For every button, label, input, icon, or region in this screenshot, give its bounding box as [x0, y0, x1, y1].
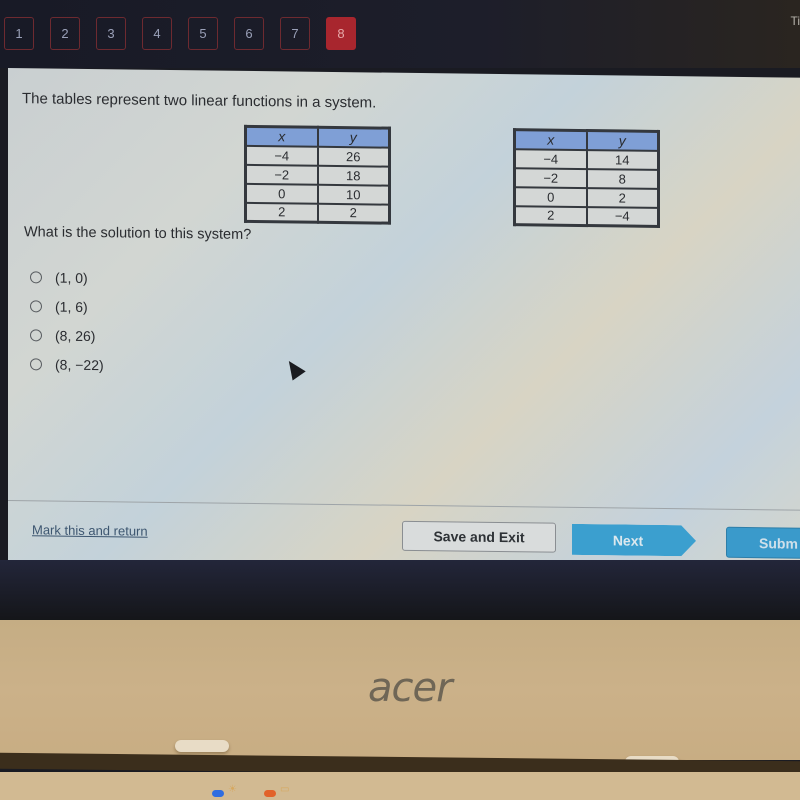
battery-status-icon: ▭	[280, 784, 290, 795]
table-cell-x: −2	[245, 164, 318, 185]
table-cell-x: −4	[245, 145, 318, 166]
question-nav-button-1[interactable]: 1	[4, 17, 34, 50]
question-nav-button-6[interactable]: 6	[234, 17, 264, 50]
answer-option-label: (8, −22)	[55, 356, 104, 373]
function-table-2: x y −4 14 −2 8 0 2 2 −4	[513, 128, 660, 228]
answer-option-label: (1, 0)	[55, 269, 88, 286]
answer-option-label: (8, 26)	[55, 327, 96, 344]
table-row: 0 10	[245, 183, 390, 205]
question-nav-button-5[interactable]: 5	[188, 17, 218, 50]
power-led-icon	[212, 790, 224, 797]
radio-button[interactable]	[30, 328, 42, 341]
table-row: −4 14	[514, 148, 659, 170]
answer-option-a[interactable]: (1, 0)	[30, 262, 104, 292]
table-header-x: x	[245, 126, 318, 147]
timer-label: Ti	[790, 14, 800, 28]
table-cell-x: −4	[514, 148, 587, 169]
top-bar: 1 2 3 4 5 6 7 8 Ti	[0, 0, 800, 68]
table-cell-y: 2	[317, 203, 390, 224]
table-cell-x: 2	[514, 205, 587, 226]
mouse-pointer-icon	[282, 356, 306, 381]
radio-button[interactable]	[30, 299, 42, 312]
table-header-x: x	[514, 129, 587, 150]
answer-option-d[interactable]: (8, −22)	[30, 349, 104, 379]
table-row: −4 26	[245, 145, 390, 167]
question-panel: The tables represent two linear function…	[8, 68, 800, 570]
save-and-exit-button[interactable]: Save and Exit	[402, 520, 556, 553]
table-cell-y: 18	[317, 165, 390, 186]
battery-led-icon	[264, 790, 276, 797]
question-text: What is the solution to this system?	[24, 224, 252, 243]
answer-option-b[interactable]: (1, 6)	[30, 291, 104, 321]
table-row: 2 2	[245, 202, 390, 224]
answer-option-label: (1, 6)	[55, 298, 88, 315]
question-nav-button-2[interactable]: 2	[50, 17, 80, 50]
table-cell-y: 26	[317, 146, 390, 167]
table-row: −2 8	[514, 167, 659, 189]
submit-button[interactable]: Subm	[726, 526, 800, 559]
next-button[interactable]: Next	[572, 524, 696, 557]
monitor-bezel	[0, 560, 800, 622]
table-cell-x: 0	[514, 186, 587, 207]
question-navigator: 1 2 3 4 5 6 7 8	[4, 17, 372, 50]
answer-options: (1, 0) (1, 6) (8, 26) (8, −22)	[30, 262, 104, 379]
table-cell-y: 10	[317, 184, 390, 205]
function-table-1: x y −4 26 −2 18 0 10 2 2	[244, 124, 391, 225]
table-cell-y: 14	[586, 149, 659, 170]
table-header-row: x y	[245, 126, 390, 148]
question-nav-button-4[interactable]: 4	[142, 17, 172, 50]
radio-button[interactable]	[30, 270, 42, 283]
hinge-bumper-left	[175, 740, 229, 752]
table-cell-y: −4	[586, 206, 659, 227]
power-status-icon: ☀	[228, 784, 237, 795]
table-row: 0 2	[514, 186, 659, 208]
question-nav-button-3[interactable]: 3	[96, 17, 126, 50]
table-cell-y: 2	[586, 187, 659, 208]
radio-button[interactable]	[30, 357, 42, 370]
footer-divider	[8, 500, 800, 511]
table-row: −2 18	[245, 164, 390, 186]
question-nav-button-8-current[interactable]: 8	[326, 17, 356, 50]
table-header-y: y	[317, 127, 390, 148]
acer-logo: acer	[368, 665, 453, 711]
table-cell-x: −2	[514, 167, 587, 188]
table-header-y: y	[586, 130, 659, 151]
question-nav-button-7[interactable]: 7	[280, 17, 310, 50]
mark-and-return-link[interactable]: Mark this and return	[32, 522, 148, 538]
table-cell-y: 8	[586, 168, 659, 189]
table-row: 2 −4	[514, 205, 659, 227]
answer-option-c[interactable]: (8, 26)	[30, 320, 104, 350]
table-cell-x: 0	[245, 183, 318, 204]
table-header-row: x y	[514, 129, 659, 151]
question-prompt: The tables represent two linear function…	[22, 90, 377, 112]
table-cell-x: 2	[245, 202, 318, 223]
laptop-base	[0, 772, 800, 800]
